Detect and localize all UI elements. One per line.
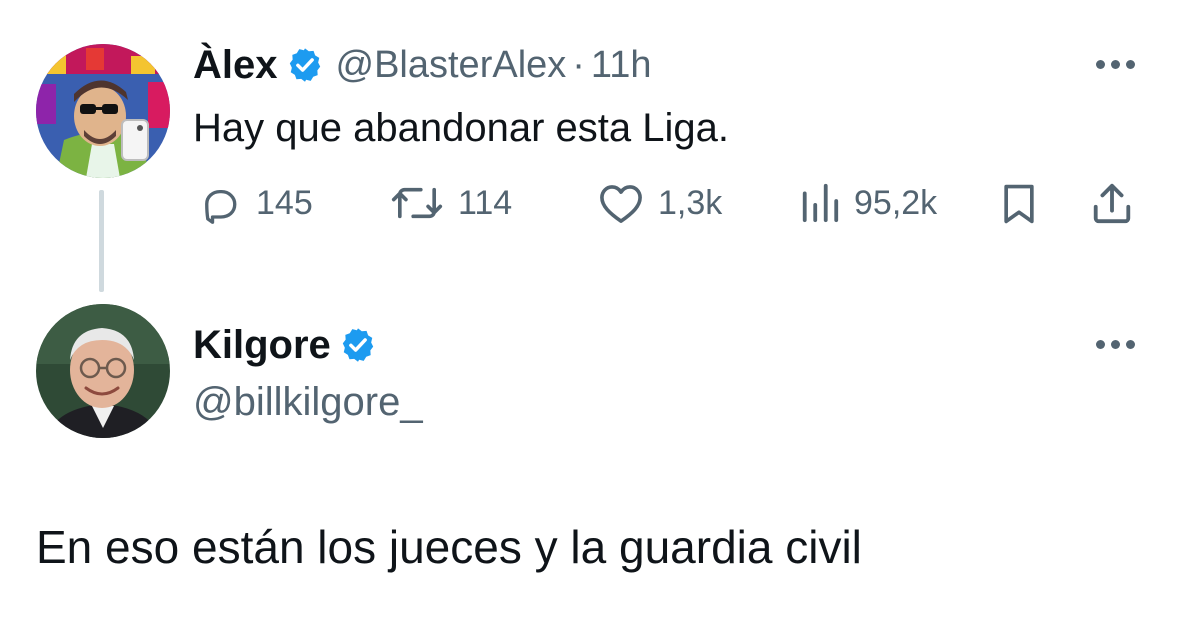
timestamp[interactable]: 11h — [591, 44, 652, 87]
reply-handle[interactable]: @billkilgore_ — [193, 380, 423, 425]
reply-icon — [205, 189, 237, 224]
views-icon — [802, 183, 839, 223]
reply-display-name[interactable]: Kilgore — [193, 323, 331, 368]
tweet-header: Àlex @BlasterAlex · 11h — [193, 42, 652, 88]
retweet-count: 114 — [458, 183, 513, 222]
bookmark-icon — [1004, 184, 1034, 224]
share-icon — [1093, 183, 1131, 224]
verified-badge-icon — [342, 328, 373, 362]
separator-dot: · — [572, 43, 585, 86]
avatar-kilgore[interactable] — [36, 304, 170, 438]
thread-line — [99, 190, 104, 292]
like-icon — [600, 185, 642, 223]
reply-header: Kilgore — [193, 322, 377, 368]
verified-badge-icon — [289, 48, 320, 82]
retweet-button[interactable]: 114 — [390, 182, 512, 224]
like-button[interactable]: 1,3k — [598, 182, 722, 224]
bookmark-button[interactable] — [1000, 182, 1038, 231]
reply-text: En eso están los jueces y la guardia civ… — [36, 521, 862, 573]
views-count: 95,2k — [854, 183, 938, 222]
reply-button[interactable]: 145 — [196, 182, 313, 224]
retweet-icon — [391, 187, 443, 219]
tweet-text: Hay que abandonar esta Liga. — [193, 106, 729, 150]
like-count: 1,3k — [658, 183, 723, 222]
avatar-alex[interactable] — [36, 44, 170, 178]
more-icon[interactable] — [1096, 340, 1135, 349]
reply-count: 145 — [256, 183, 313, 222]
share-button[interactable] — [1090, 180, 1134, 231]
display-name[interactable]: Àlex — [193, 43, 278, 88]
handle[interactable]: @BlasterAlex — [336, 44, 567, 87]
views-button[interactable]: 95,2k — [800, 182, 937, 224]
more-icon[interactable] — [1096, 60, 1135, 69]
